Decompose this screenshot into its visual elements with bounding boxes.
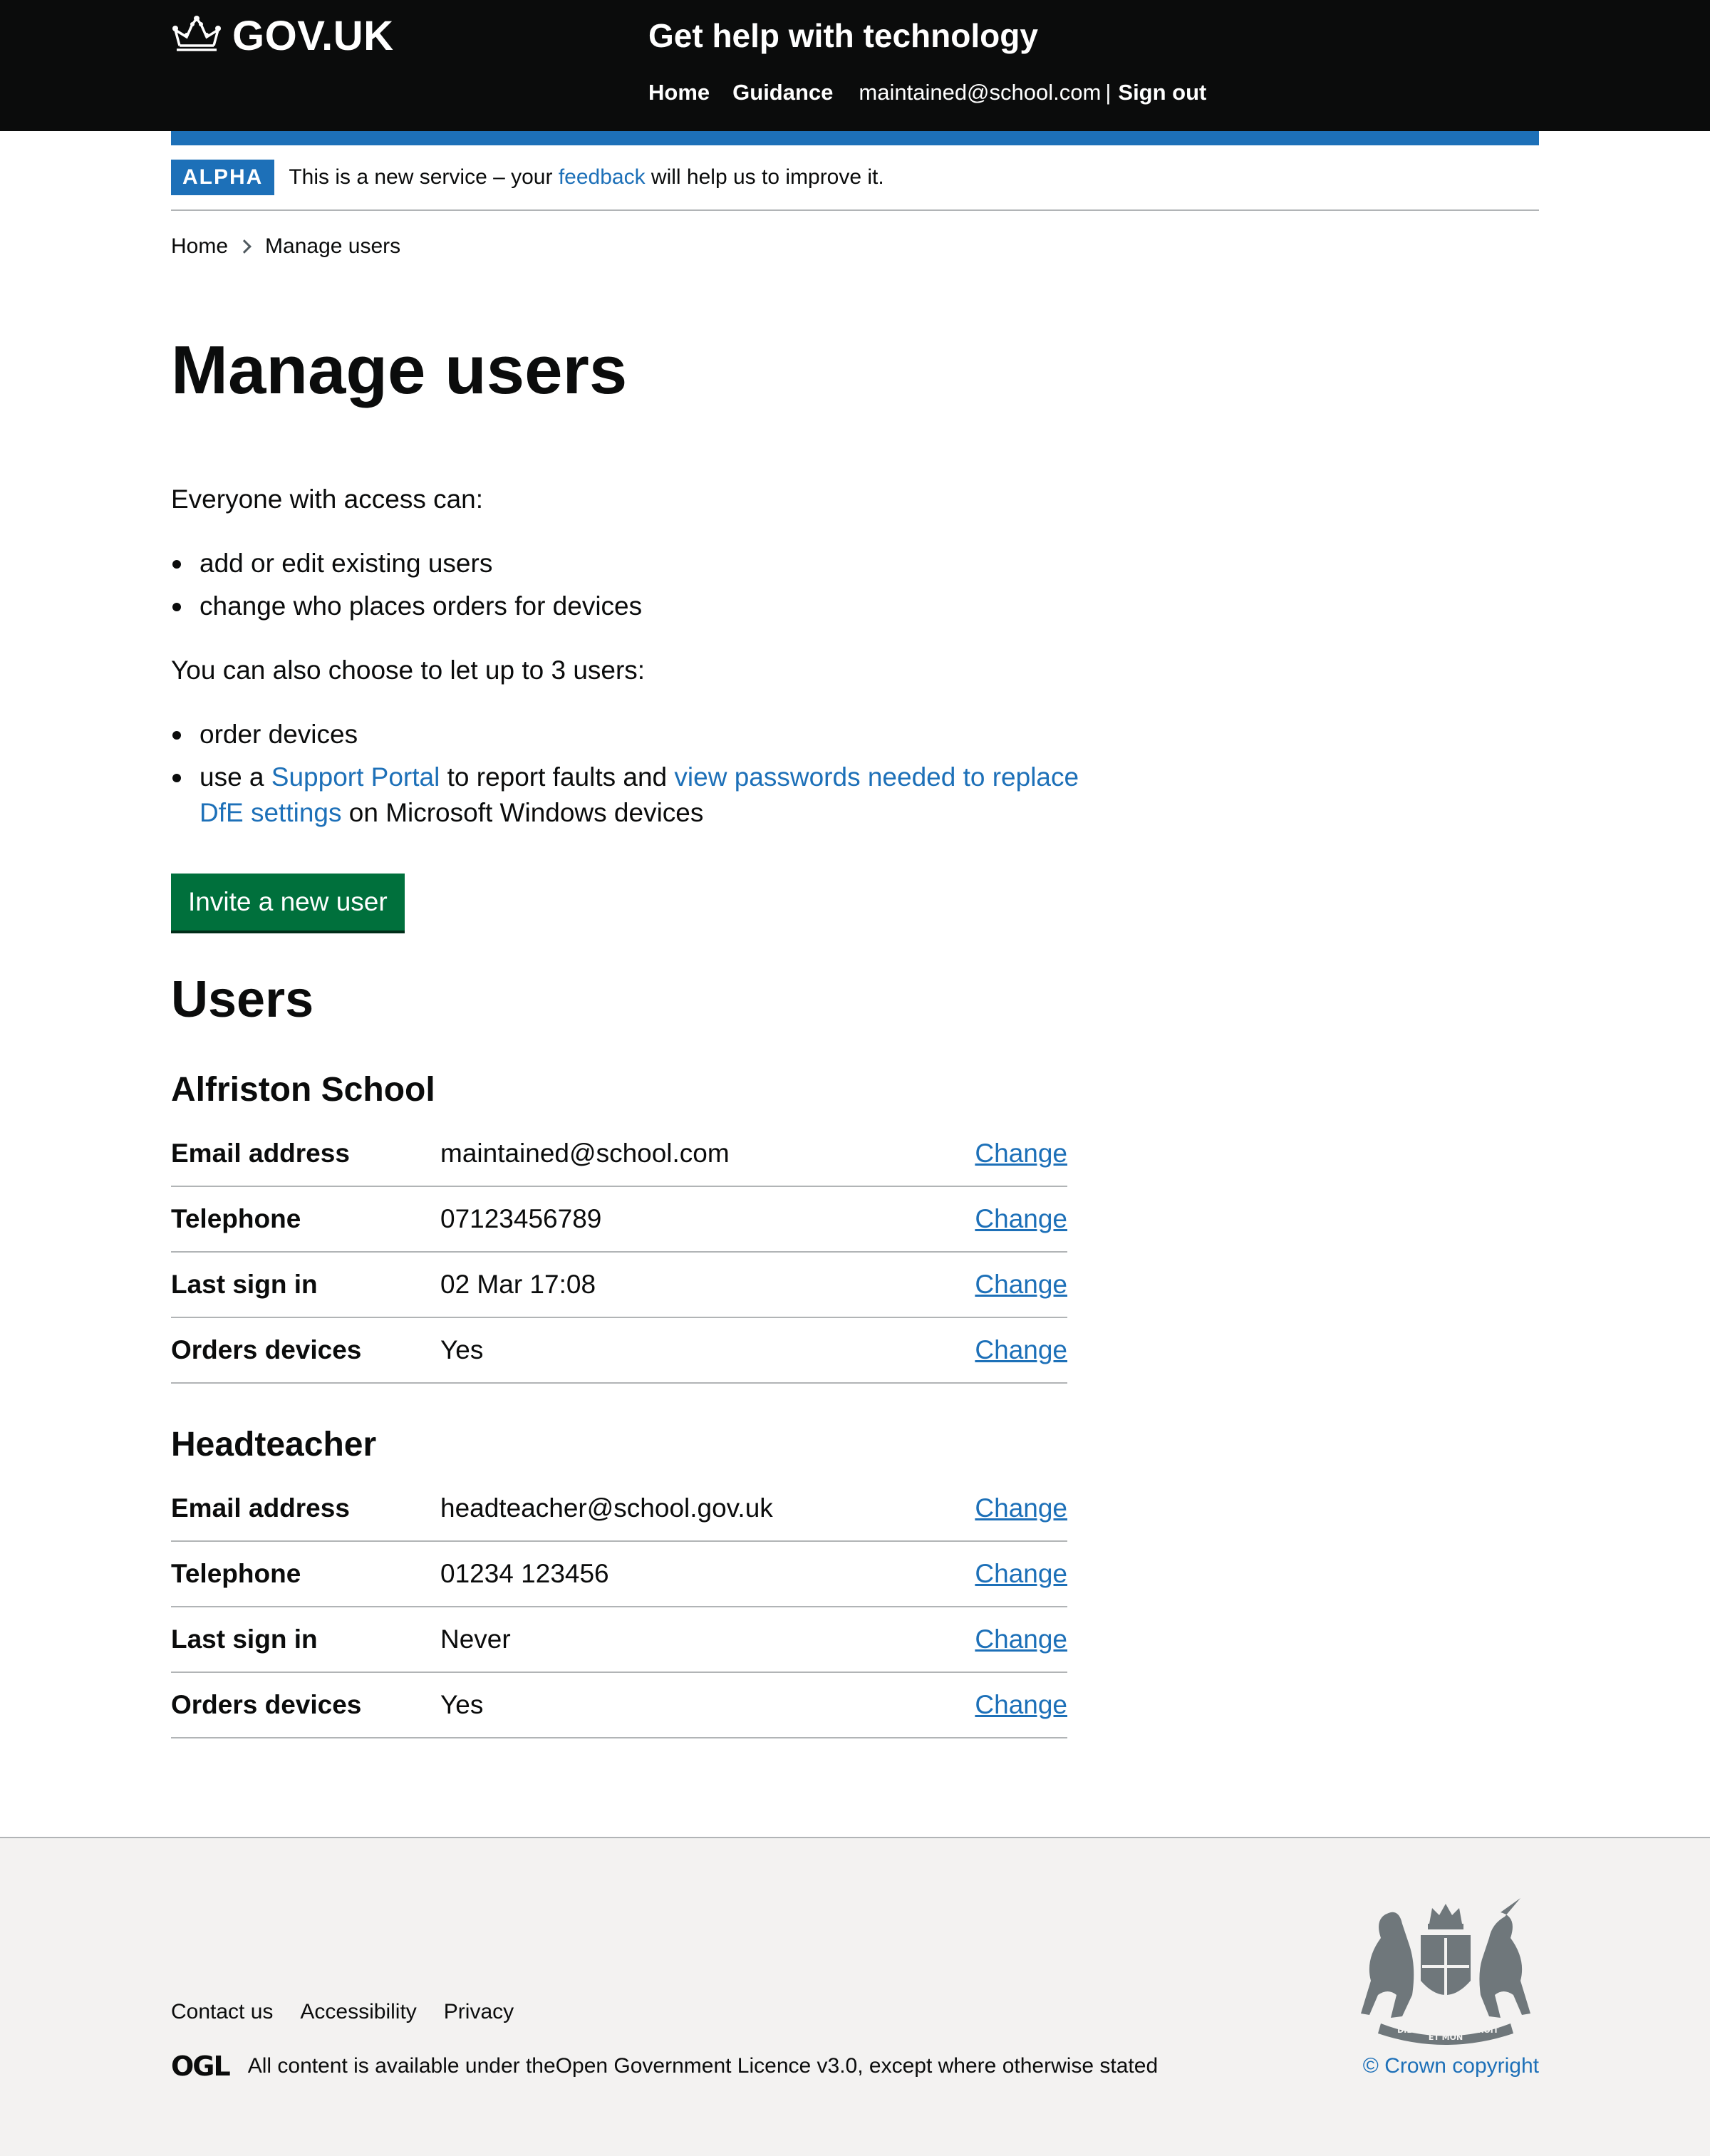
phase-text-after: will help us to improve it. (645, 165, 884, 189)
row-key: Orders devices (171, 1690, 362, 1719)
footer-contact-link[interactable]: Contact us (171, 1998, 273, 2026)
invite-new-user-button[interactable]: Invite a new user (171, 874, 405, 931)
phase-text-before: This is a new service – your (289, 165, 559, 189)
support-portal-link[interactable]: Support Portal (271, 762, 440, 792)
logo-text: GOV.UK (232, 12, 394, 59)
signed-in-user-email: maintained@school.com (859, 80, 1102, 105)
change-last-sign-in-link[interactable]: Change (975, 1270, 1067, 1300)
nav-separator: | (1105, 80, 1112, 105)
row-value: Yes (440, 1690, 484, 1719)
row-key: Telephone (171, 1204, 301, 1233)
licence-before: All content is available under the (247, 2054, 556, 2078)
crown-copyright-link[interactable]: © Crown copyright (1352, 2052, 1539, 2080)
user-card: Alfriston School Email address maintaine… (171, 1069, 1067, 1384)
breadcrumb-home-link[interactable]: Home (171, 232, 228, 261)
change-email-link[interactable]: Change (975, 1493, 1067, 1523)
list-item: change who places orders for devices (171, 589, 1097, 624)
user-name: Headteacher (171, 1426, 377, 1463)
support-middle: to report faults and (440, 762, 675, 792)
change-last-sign-in-link[interactable]: Change (975, 1624, 1067, 1654)
also-list: order devices use a Support Portal to re… (171, 717, 1097, 838)
support-suffix: on Microsoft Windows devices (341, 798, 704, 827)
row-value: maintained@school.com (440, 1139, 730, 1168)
list-item: order devices (171, 717, 1097, 752)
intro-everyone-text: Everyone with access can: (171, 484, 484, 514)
header-blue-bar (171, 131, 1539, 145)
summary-row-email: Email address headteacher@school.gov.uk … (171, 1476, 1067, 1542)
change-orders-devices-link[interactable]: Change (975, 1335, 1067, 1365)
summary-row-email: Email address maintained@school.com Chan… (171, 1121, 1067, 1187)
support-prefix: use a (200, 762, 271, 792)
footer-links: Contact us Accessibility Privacy (171, 1998, 514, 2026)
feedback-link[interactable]: feedback (559, 165, 646, 189)
row-key: Orders devices (171, 1335, 362, 1364)
list-item: use a Support Portal to report faults an… (171, 760, 1097, 831)
row-value: 01234 123456 (440, 1559, 609, 1588)
change-telephone-link[interactable]: Change (975, 1204, 1067, 1234)
govuk-logo-link[interactable]: GOV.UK (171, 12, 394, 59)
crown-icon (172, 16, 221, 51)
change-email-link[interactable]: Change (975, 1139, 1067, 1168)
breadcrumb: Home Manage users (171, 232, 400, 261)
site-header: GOV.UK Get help with technology Home Gui… (0, 0, 1710, 131)
nav-home-link[interactable]: Home (648, 78, 710, 107)
phase-banner: ALPHA This is a new service – your feedb… (171, 160, 1539, 211)
summary-row-telephone: Telephone 07123456789 Change (171, 1187, 1067, 1253)
alpha-tag: ALPHA (171, 160, 275, 195)
users-heading: Users (171, 971, 314, 1028)
crest-motto: DIEU (1397, 2026, 1419, 2035)
row-value: 02 Mar 17:08 (440, 1270, 596, 1299)
breadcrumb-current: Manage users (265, 234, 401, 258)
royal-coat-of-arms-icon[interactable]: ET MON DIEU DROIT (1352, 1895, 1539, 2045)
row-value: headteacher@school.gov.uk (440, 1493, 773, 1523)
nav-guidance-link[interactable]: Guidance (732, 78, 833, 107)
ogl-logo-icon: OGL (171, 2051, 231, 2082)
header-nav: Home Guidance maintained@school.com | Si… (648, 78, 1206, 107)
list-item: add or edit existing users (171, 546, 1097, 581)
licence-link[interactable]: Open Government Licence v3.0 (556, 2052, 858, 2080)
summary-row-orders-devices: Orders devices Yes Change (171, 1673, 1067, 1738)
crest-motto: ET MON (1429, 2033, 1463, 2042)
row-value: Yes (440, 1335, 484, 1364)
phase-banner-text: This is a new service – your feedback wi… (289, 160, 884, 195)
everyone-list: add or edit existing users change who pl… (171, 546, 1097, 631)
summary-row-orders-devices: Orders devices Yes Change (171, 1318, 1067, 1384)
user-card: Headteacher Email address headteacher@sc… (171, 1424, 1067, 1738)
summary-row-last-sign-in: Last sign in 02 Mar 17:08 Change (171, 1253, 1067, 1318)
chevron-right-icon (237, 239, 252, 254)
licence-statement: OGL All content is available under the O… (171, 2052, 1158, 2080)
sign-out-link[interactable]: Sign out (1118, 78, 1206, 107)
row-key: Last sign in (171, 1270, 318, 1299)
summary-row-last-sign-in: Last sign in Never Change (171, 1607, 1067, 1673)
row-key: Last sign in (171, 1624, 318, 1654)
crest-motto: DROIT (1471, 2026, 1499, 2035)
site-footer: Contact us Accessibility Privacy OGL All… (0, 1837, 1710, 2156)
user-name: Alfriston School (171, 1071, 435, 1109)
row-key: Email address (171, 1139, 350, 1168)
row-value: 07123456789 (440, 1204, 602, 1233)
row-key: Telephone (171, 1559, 301, 1588)
row-key: Email address (171, 1493, 350, 1523)
summary-row-telephone: Telephone 01234 123456 Change (171, 1542, 1067, 1607)
change-orders-devices-link[interactable]: Change (975, 1690, 1067, 1720)
footer-privacy-link[interactable]: Privacy (444, 1998, 514, 2026)
change-telephone-link[interactable]: Change (975, 1559, 1067, 1589)
service-name[interactable]: Get help with technology (648, 13, 1038, 58)
row-value: Never (440, 1624, 511, 1654)
licence-after: , except where otherwise stated (857, 2054, 1159, 2078)
intro-also-text: You can also choose to let up to 3 users… (171, 655, 646, 685)
page-title: Manage users (171, 332, 628, 408)
footer-accessibility-link[interactable]: Accessibility (300, 1998, 416, 2026)
